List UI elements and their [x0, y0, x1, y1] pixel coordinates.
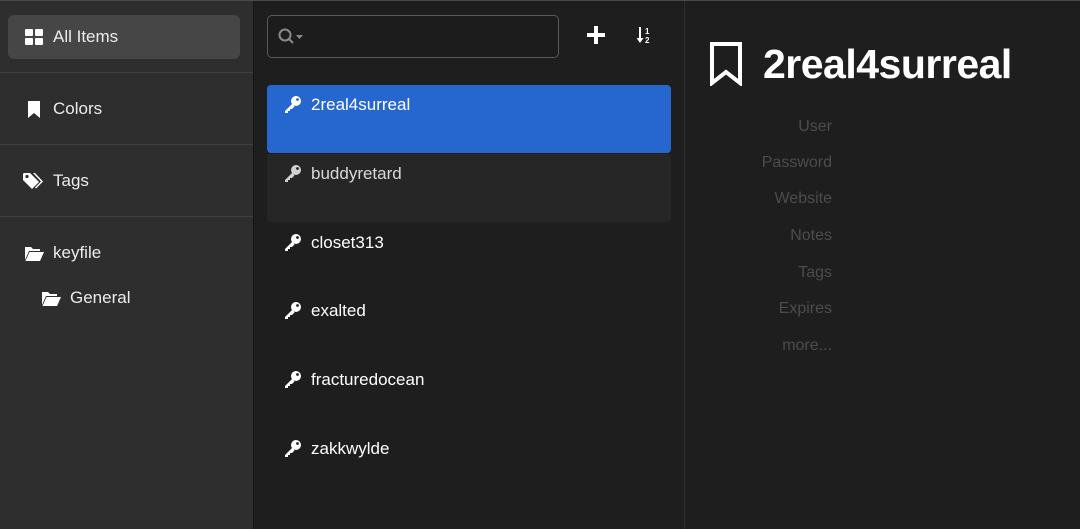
- key-icon: [284, 370, 304, 390]
- entry-title: closet313: [311, 233, 384, 252]
- search-icon[interactable]: [278, 28, 304, 46]
- sort-button[interactable]: 12: [631, 21, 661, 53]
- svg-text:2: 2: [645, 36, 650, 44]
- bookmark-outline-icon[interactable]: [709, 41, 747, 88]
- key-icon: [284, 233, 304, 253]
- field-label-website: Website: [774, 190, 832, 207]
- sidebar-section-all: All Items: [0, 1, 253, 73]
- sidebar-item-general[interactable]: General: [25, 276, 240, 320]
- list-item-entry[interactable]: buddyretard: [267, 154, 671, 222]
- sort-icon: 12: [636, 26, 655, 49]
- sidebar: All Items Colors Tags keyfile General: [0, 1, 254, 529]
- plus-icon: [587, 25, 605, 49]
- field-label-notes: Notes: [790, 227, 832, 244]
- entry-title: buddyretard: [311, 164, 402, 183]
- sidebar-item-all-items[interactable]: All Items: [8, 15, 240, 59]
- sidebar-item-label: General: [70, 288, 131, 307]
- list-item-entry[interactable]: 2real4surreal: [267, 85, 671, 153]
- sidebar-item-tags[interactable]: Tags: [8, 159, 240, 203]
- entry-list-pane: 12 2real4surreal buddyretard closet313 e…: [254, 1, 685, 529]
- entry-title: exalted: [311, 301, 366, 320]
- bookmark-icon: [23, 98, 45, 120]
- field-label-expires: Expires: [778, 300, 832, 317]
- entry-title: fracturedocean: [311, 370, 425, 389]
- app-window: All Items Colors Tags keyfile General 1 …: [0, 0, 1080, 529]
- sidebar-item-label: Colors: [53, 99, 103, 118]
- sidebar-item-label: All Items: [53, 27, 119, 46]
- search-input[interactable]: [312, 27, 552, 46]
- sidebar-item-label: keyfile: [53, 243, 102, 262]
- folder-open-icon: [40, 287, 62, 309]
- detail-header: 2real4surreal: [709, 41, 1012, 88]
- search-box[interactable]: [267, 15, 559, 58]
- list-item-entry[interactable]: closet313: [267, 223, 671, 291]
- list-item-entry[interactable]: zakkwylde: [267, 429, 671, 497]
- svg-text:1: 1: [645, 27, 650, 36]
- field-label-password: Password: [761, 154, 832, 171]
- entry-detail-pane: 2real4surreal User Password Website Note…: [685, 1, 1080, 529]
- sidebar-item-keyfile[interactable]: keyfile: [8, 231, 240, 275]
- more-fields-link[interactable]: more...: [782, 337, 832, 355]
- key-icon: [284, 164, 304, 184]
- sidebar-item-colors[interactable]: Colors: [8, 87, 240, 131]
- sidebar-item-label: Tags: [53, 171, 89, 190]
- folder-open-icon: [23, 242, 45, 264]
- add-entry-button[interactable]: [581, 21, 611, 53]
- sidebar-section-tags: Tags: [0, 145, 253, 217]
- key-icon: [284, 95, 304, 115]
- grid-icon: [23, 26, 45, 48]
- field-label-user: User: [798, 118, 832, 135]
- sidebar-section-colors: Colors: [0, 73, 253, 145]
- field-label-tags: Tags: [798, 264, 832, 281]
- key-icon: [284, 439, 304, 459]
- entry-title: 2real4surreal: [311, 95, 411, 114]
- list-item-entry[interactable]: fracturedocean: [267, 360, 671, 428]
- tags-icon: [23, 170, 45, 192]
- entry-title-heading[interactable]: 2real4surreal: [763, 41, 1012, 88]
- entry-title: zakkwylde: [311, 439, 390, 458]
- list-item-entry[interactable]: exalted: [267, 291, 671, 359]
- key-icon: [284, 301, 304, 321]
